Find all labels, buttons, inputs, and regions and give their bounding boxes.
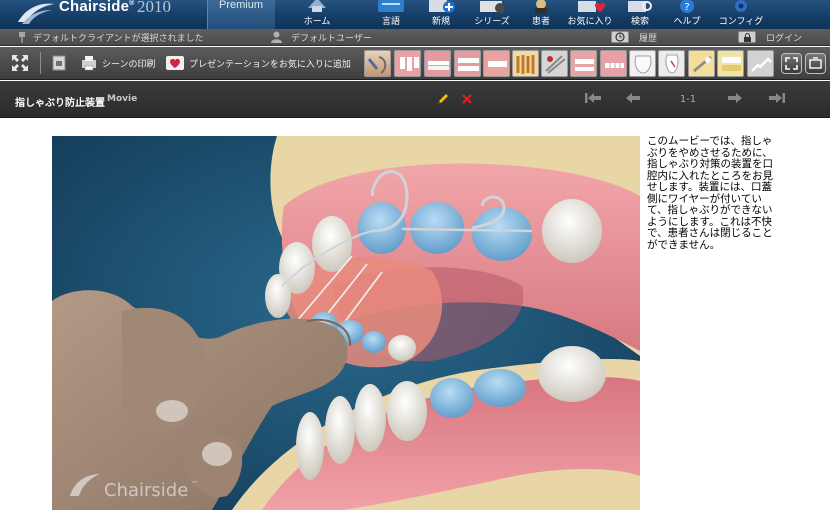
tooth-thumbnail-icon [367,56,387,74]
user-status: デフォルトユーザー [291,34,372,44]
scene-thumbnail[interactable] [454,50,481,77]
dental-appliance-illustration: Chairside ™ [52,136,640,510]
watermark-mark: ™ [191,480,198,488]
brand-year: 2010 [137,0,171,16]
tooth-thumbnail-icon [751,57,772,72]
tooth-thumbnail-icon [575,59,594,71]
print-scene-button[interactable]: シーンの印刷 [102,57,156,70]
previous-page-icon[interactable] [625,92,641,104]
patient-icon [535,0,547,14]
search-icon [628,1,652,12]
scene-thumbnail[interactable] [541,50,568,77]
nav-new-button[interactable]: 新規 [420,0,462,29]
svg-text:?: ? [684,2,689,13]
tooth-thumbnail-icon [665,54,679,74]
scene-title-bar: 指しゃぶり防止装置 Movie 1-1 [0,81,830,118]
login-button[interactable] [738,31,756,43]
page-icon[interactable] [49,53,69,73]
scene-description: このムービーでは、指しゃぶりをやめさせるために、指しゃぶり対策の装置を口腔内に入… [647,135,773,251]
tooth-thumbnail-icon [634,55,652,74]
expand-icon [785,57,798,70]
lock-icon [744,33,751,42]
scene-title: 指しゃぶり防止装置 [15,98,105,109]
status-bar: デフォルトクライアントが選択されました デフォルトユーザー 履歴 ログイン [0,29,830,46]
history-label[interactable]: 履歴 [639,31,657,44]
scene-thumbnail[interactable] [688,50,715,77]
tooth-thumbnail-icon [428,61,449,70]
watermark-text: Chairside [104,480,188,501]
tooth-thumbnail-icon [545,55,566,74]
nav-help-button[interactable]: ? ヘルプ [666,0,708,29]
page-counter: 1-1 [679,94,697,105]
pin-icon [19,32,25,43]
tooth-thumbnail-icon [722,57,741,71]
series-icon [480,1,505,13]
nav-home-button[interactable]: ホーム [296,0,338,29]
logo-swoosh-icon [18,3,54,24]
scene-thumbnail[interactable] [424,50,451,77]
scene-thumbnail[interactable] [570,50,597,77]
add-favorite-button[interactable]: プレゼンテーションをお気に入りに追加 [189,57,351,70]
scene-thumbnail[interactable] [717,50,744,77]
scene-thumbnail[interactable] [629,50,656,77]
client-status: デフォルトクライアントが選択されました [33,34,204,44]
presentation-icon [809,57,822,69]
favorite-heart-icon[interactable] [165,53,185,73]
login-label[interactable]: ログイン [766,31,802,44]
scene-content: Chairside ™ このムービーでは、指しゃぶりをやめさせるために、指しゃぶ… [0,119,830,510]
first-page-icon[interactable] [584,92,602,104]
home-icon [308,0,326,12]
language-icon [378,0,404,12]
scene-thumbnail[interactable] [364,50,391,77]
delete-x-icon[interactable] [462,94,472,104]
history-button[interactable] [611,31,629,43]
clock-icon [615,32,625,42]
nav-config-button[interactable]: コンフィグ [715,0,767,29]
config-icon [735,0,747,12]
tooth-thumbnail-icon [488,61,507,67]
nav-language-button[interactable]: 言語 [370,0,412,29]
scene-thumbnail[interactable] [394,50,421,77]
next-page-icon[interactable] [727,92,743,104]
nav-search-button[interactable]: 検索 [619,0,661,29]
fullscreen-icon[interactable] [10,53,30,73]
nav-patient-button[interactable]: 患者 [520,0,562,29]
edition-badge: Premium [207,0,275,29]
tooth-thumbnail-icon [458,58,479,71]
scene-thumbnail[interactable] [747,50,774,77]
nav-series-button[interactable]: シリーズ [469,0,515,29]
presentation-button[interactable] [805,53,826,74]
edit-pencil-icon[interactable] [437,93,449,105]
scene-toolbar: シーンの印刷 プレゼンテーションをお気に入りに追加 [0,47,830,80]
scene-thumbnail[interactable] [483,50,510,77]
toolbar-divider [40,52,41,74]
last-page-icon[interactable] [768,92,786,104]
app-logo: Chairside® 2010 [0,0,214,29]
movie-player[interactable]: Chairside ™ [52,136,640,510]
scene-thumbnail[interactable] [658,50,685,77]
nav-favorites-button[interactable]: お気に入り [566,0,614,29]
new-icon [429,0,455,13]
scene-type: Movie [107,94,138,104]
tooth-thumbnail-icon [516,55,535,74]
expand-button[interactable] [781,53,802,74]
scene-thumbnail[interactable] [600,50,627,77]
help-icon: ? [680,0,694,13]
tooth-thumbnail-icon [605,63,624,68]
top-header: Chairside® 2010 Premium ホーム 言語 新規 シリーズ 患… [0,0,830,29]
tooth-thumbnail-icon [400,57,419,71]
favorites-icon [578,1,605,12]
scene-thumbnail[interactable] [512,50,539,77]
tooth-thumbnail-icon [693,55,712,73]
print-icon[interactable] [79,53,99,73]
user-icon [271,31,282,43]
brand-name: Chairside® [59,0,135,15]
